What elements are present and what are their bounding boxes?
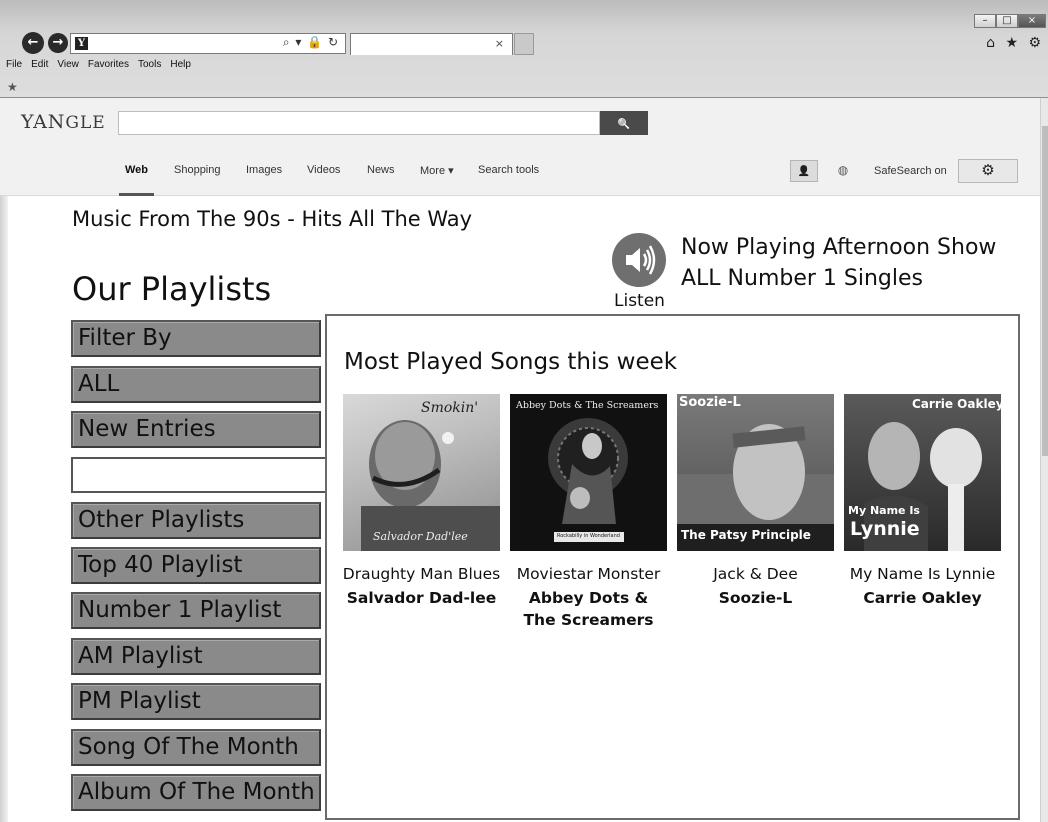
yangle-logo[interactable]: YANGLE <box>21 111 106 133</box>
menu-tools[interactable]: Tools <box>138 59 161 70</box>
cover-title-line2: Lynnie <box>850 518 920 540</box>
search-icon: 🔍 <box>617 119 631 130</box>
browser-tab[interactable]: × <box>350 33 513 55</box>
tab-search-tools[interactable]: Search tools <box>478 164 539 176</box>
filter-input[interactable] <box>71 457 329 493</box>
close-window-button[interactable]: × <box>1018 14 1046 28</box>
person-icon: 👤 <box>797 166 811 177</box>
menu-file[interactable]: File <box>6 59 22 70</box>
listen-label[interactable]: Listen <box>614 291 665 311</box>
vertical-scrollbar[interactable] <box>1040 98 1048 822</box>
album-cover-image[interactable]: Smokin' Salvador Dad'lee <box>343 394 500 551</box>
album-cover-image[interactable]: Soozie-L The Patsy Principle <box>677 394 834 551</box>
now-playing-line1: Now Playing Afternoon Show <box>681 235 997 260</box>
sidebar-item-pm-playlist[interactable]: PM Playlist <box>71 683 321 720</box>
sidebar-item-song-of-month[interactable]: Song Of The Month <box>71 729 321 766</box>
menu-edit[interactable]: Edit <box>31 59 48 70</box>
logo-prefix: YAN <box>21 111 66 133</box>
cover-artist: Carrie Oakley <box>912 397 1001 411</box>
cover-subtitle: Rockabilly in Wonderland <box>557 533 620 539</box>
personal-results-button[interactable]: 👤 <box>790 160 818 182</box>
tab-news[interactable]: News <box>367 164 395 176</box>
page-title: Music From The 90s - Hits All The Way <box>72 207 473 231</box>
forward-arrow-icon: → <box>52 35 64 50</box>
address-tools-icons[interactable]: ⌕ ▾ 🔒 ↻ <box>283 35 339 50</box>
artist-name[interactable]: Carrie Oakley <box>824 587 1021 609</box>
active-tab-indicator <box>119 193 154 196</box>
logo-suffix: GLE <box>65 113 106 133</box>
minimize-button[interactable]: – <box>974 14 996 28</box>
most-played-panel: Most Played Songs this week Smokin' Salv… <box>325 314 1020 820</box>
globe-icon: ◍ <box>837 163 849 177</box>
cover-title: Smokin' <box>421 400 479 416</box>
sidebar-item-other-playlists[interactable]: Other Playlists <box>71 502 321 539</box>
add-favorites-star-icon[interactable]: ★ <box>7 80 18 94</box>
sidebar-item-filter-by[interactable]: Filter By <box>71 320 321 357</box>
home-favorites-settings-icons[interactable]: ⌂ ★ ⚙ <box>986 35 1044 51</box>
speaker-icon[interactable] <box>612 233 666 287</box>
forward-button[interactable]: → <box>48 33 68 53</box>
now-playing-text: Now Playing Afternoon Show ALL Number 1 … <box>681 232 996 294</box>
tab-videos[interactable]: Videos <box>307 164 340 176</box>
tab-more[interactable]: More ▾ <box>420 164 454 177</box>
cover-title-line1: My Name Is <box>848 504 920 517</box>
sidebar-item-all[interactable]: ALL <box>71 366 321 403</box>
cover-title: The Patsy Principle <box>681 528 811 542</box>
browser-chrome: ← → Y ⌕ ▾ 🔒 ↻ × – □ × ⌂ ★ ⚙ File Edit Vi… <box>0 0 1048 98</box>
song-title[interactable]: My Name Is Lynnie <box>824 565 1021 583</box>
album-cover-image[interactable]: Carrie Oakley My Name Is Lynnie <box>844 394 1001 551</box>
search-button[interactable]: 🔍 <box>600 111 648 135</box>
tab-images[interactable]: Images <box>246 164 282 176</box>
album-cover-image[interactable]: Abbey Dots & The Screamers Rockabilly in… <box>510 394 667 551</box>
menu-help[interactable]: Help <box>170 59 191 70</box>
search-tabs-bar: Web Shopping Images Videos News More ▾ S… <box>0 148 1040 196</box>
panel-title: Most Played Songs this week <box>344 349 678 375</box>
gear-icon: ⚙ <box>981 162 995 179</box>
safesearch-label[interactable]: SafeSearch on <box>874 165 947 177</box>
back-arrow-icon: ← <box>27 35 39 50</box>
sidebar-item-top-40[interactable]: Top 40 Playlist <box>71 547 321 584</box>
tab-close-icon[interactable]: × <box>495 37 504 50</box>
settings-button[interactable]: ⚙ <box>958 159 1018 183</box>
playlists-heading: Our Playlists <box>72 270 272 308</box>
tab-web[interactable]: Web <box>125 164 148 176</box>
speaker-glyph <box>626 245 656 275</box>
sidebar-item-album-of-month[interactable]: Album Of The Month <box>71 774 321 811</box>
page-left-edge <box>0 196 8 822</box>
artist-line2: The Screamers <box>523 611 654 629</box>
cover-artist: Salvador Dad'lee <box>373 530 468 543</box>
back-button[interactable]: ← <box>22 32 44 54</box>
cover-artist: Soozie-L <box>679 395 741 410</box>
maximize-button[interactable]: □ <box>996 14 1018 28</box>
menu-favorites[interactable]: Favorites <box>88 59 129 70</box>
sidebar-item-number-1[interactable]: Number 1 Playlist <box>71 592 321 629</box>
band-graphic <box>548 418 628 542</box>
scrollbar-thumb[interactable] <box>1042 126 1048 456</box>
menu-view[interactable]: View <box>57 59 79 70</box>
search-header: YANGLE 🔍 <box>0 98 1040 148</box>
portrait-graphic <box>361 420 500 551</box>
menu-bar: File Edit View Favorites Tools Help <box>6 59 191 70</box>
now-playing-line2: ALL Number 1 Singles <box>681 266 924 291</box>
sidebar-item-new-entries[interactable]: New Entries <box>71 411 321 448</box>
site-favicon-icon: Y <box>75 37 88 50</box>
address-bar[interactable]: Y ⌕ ▾ 🔒 ↻ <box>70 33 346 54</box>
tab-shopping[interactable]: Shopping <box>174 164 221 176</box>
window-controls: – □ × <box>974 14 1046 28</box>
new-tab-button[interactable] <box>514 33 534 55</box>
cover-title: Abbey Dots & The Screamers <box>516 400 659 411</box>
search-input[interactable] <box>118 111 600 135</box>
global-results-button[interactable]: ◍ <box>829 160 857 182</box>
sidebar-item-am-playlist[interactable]: AM Playlist <box>71 638 321 675</box>
